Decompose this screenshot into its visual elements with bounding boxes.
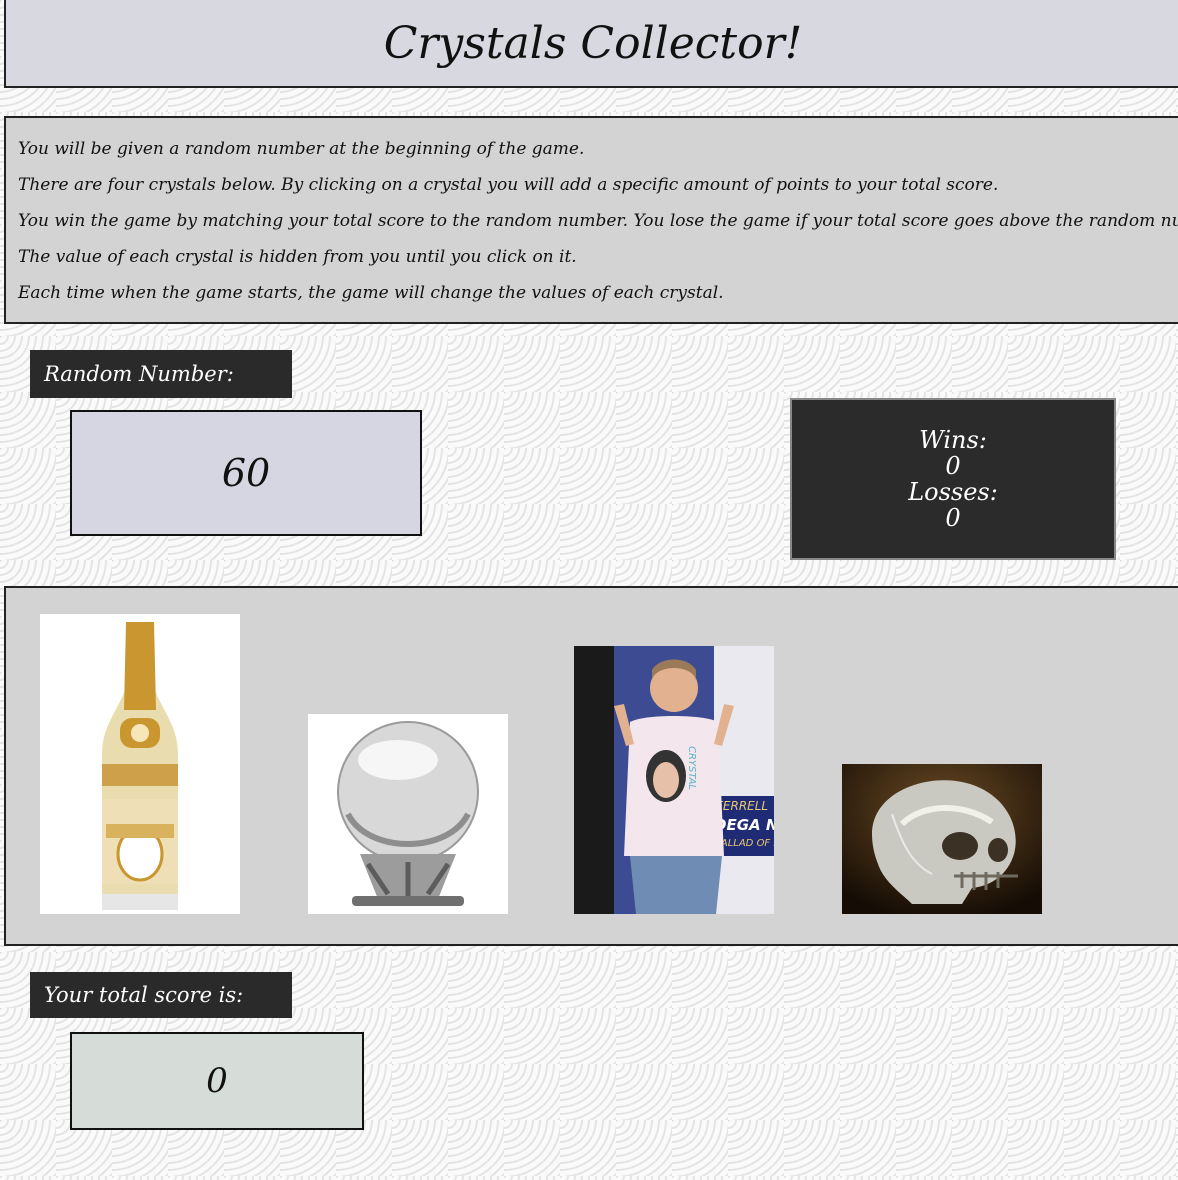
champagne-bottle-image	[40, 614, 240, 914]
wins-count: 0	[945, 452, 961, 480]
losses-count: 0	[945, 504, 961, 532]
instruction-line: Each time when the game starts, the game…	[18, 283, 724, 303]
scoreboard: Wins: 0 Losses: 0	[790, 398, 1116, 560]
poster-text: FERRELL	[716, 799, 768, 813]
losses-label: Losses:	[908, 478, 998, 506]
person-crystal-shirt-image: FERRELL DEGA N BALLAD OF RI CRYSTAL	[574, 646, 774, 914]
instruction-line: You will be given a random number at the…	[18, 139, 585, 159]
crystal-skull-image	[842, 764, 1042, 914]
shirt-text: CRYSTAL	[686, 746, 697, 790]
instruction-line: There are four crystals below. By clicki…	[18, 175, 999, 195]
wins-label: Wins:	[919, 426, 987, 454]
crystal-champagne-button[interactable]	[40, 614, 240, 914]
instruction-line: The value of each crystal is hidden from…	[18, 247, 577, 267]
instruction-line: You win the game by matching your total …	[18, 211, 1178, 231]
crystal-person-button[interactable]: FERRELL DEGA N BALLAD OF RI CRYSTAL	[574, 646, 774, 914]
random-number-value: 60	[70, 410, 422, 536]
total-score-value: 0	[70, 1032, 364, 1130]
total-score-label: Your total score is:	[30, 972, 292, 1018]
crystals-area: FERRELL DEGA N BALLAD OF RI CRYSTAL	[4, 586, 1178, 946]
random-number-label: Random Number:	[30, 350, 292, 398]
page-header: Crystals Collector!	[4, 0, 1178, 88]
crystal-ball-image	[308, 714, 508, 914]
page-title: Crystals Collector!	[383, 17, 803, 69]
poster-text: DEGA N	[714, 816, 774, 834]
crystal-ball-button[interactable]	[308, 714, 508, 914]
instructions-panel: You will be given a random number at the…	[4, 116, 1178, 324]
crystal-skull-button[interactable]	[842, 764, 1042, 914]
